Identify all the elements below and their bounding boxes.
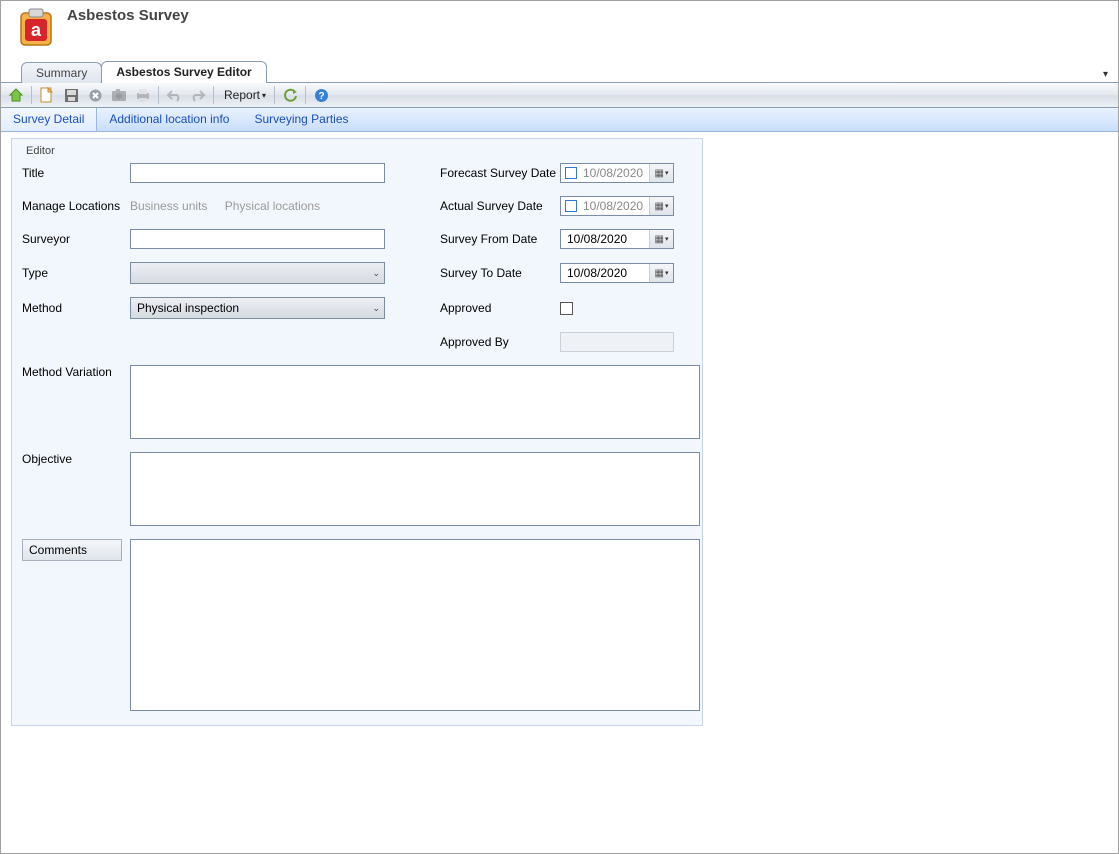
label-forecast-date: Forecast Survey Date — [440, 166, 560, 180]
title-input[interactable] — [130, 163, 385, 183]
forecast-date-text: 10/08/2020 — [581, 166, 649, 180]
app-title: Asbestos Survey — [67, 7, 189, 24]
chevron-down-icon: ▾ — [262, 91, 266, 100]
chevron-down-icon: ⌄ — [372, 268, 380, 279]
from-date-text: 10/08/2020 — [561, 232, 649, 246]
toolbar-separator — [158, 86, 159, 104]
method-value: Physical inspection — [137, 301, 239, 315]
label-approved: Approved — [440, 301, 560, 315]
method-variation-textarea[interactable] — [130, 365, 700, 439]
header: a Asbestos Survey — [1, 1, 1118, 61]
label-objective: Objective — [22, 452, 130, 466]
label-surveyor: Surveyor — [22, 232, 130, 246]
type-select[interactable]: ⌄ — [130, 262, 385, 284]
form-grid: Title Forecast Survey Date 10/08/2020 ▦▾… — [22, 163, 692, 352]
manage-locations-links: Business units Physical locations — [130, 199, 390, 213]
comments-button[interactable]: Comments — [22, 539, 122, 561]
actual-date-enable-checkbox[interactable] — [565, 200, 577, 212]
chevron-down-icon: ⌄ — [372, 303, 380, 314]
toolbar-separator — [274, 86, 275, 104]
surveyor-input[interactable] — [130, 229, 385, 249]
tab-asbestos-survey-editor[interactable]: Asbestos Survey Editor — [101, 61, 266, 83]
camera-icon[interactable] — [108, 84, 130, 106]
label-title: Title — [22, 166, 130, 180]
sub-tab-surveying-parties[interactable]: Surveying Parties — [242, 108, 361, 131]
link-business-units[interactable]: Business units — [130, 199, 207, 213]
label-type: Type — [22, 266, 130, 280]
to-date-text: 10/08/2020 — [561, 266, 649, 280]
report-dropdown[interactable]: Report ▾ — [218, 88, 270, 102]
save-icon[interactable] — [60, 84, 82, 106]
sub-tabs: Survey Detail Additional location info S… — [1, 108, 1118, 132]
new-icon[interactable] — [36, 84, 58, 106]
main-tabs: Summary Asbestos Survey Editor ▾ — [1, 61, 1118, 83]
forecast-date-field[interactable]: 10/08/2020 ▦▾ — [560, 163, 674, 183]
objective-textarea[interactable] — [130, 452, 700, 526]
from-date-field[interactable]: 10/08/2020 ▦▾ — [560, 229, 674, 249]
print-icon[interactable] — [132, 84, 154, 106]
tab-overflow-dropdown[interactable]: ▾ — [1103, 69, 1108, 80]
tab-summary[interactable]: Summary — [21, 62, 102, 83]
method-select[interactable]: Physical inspection ⌄ — [130, 297, 385, 319]
label-from-date: Survey From Date — [440, 232, 560, 246]
report-label: Report — [224, 88, 260, 102]
label-method: Method — [22, 301, 130, 315]
forecast-date-picker-button[interactable]: ▦▾ — [649, 164, 673, 182]
editor-legend: Editor — [26, 145, 692, 157]
label-method-variation: Method Variation — [22, 365, 130, 379]
toolbar-separator — [31, 86, 32, 104]
redo-icon[interactable] — [187, 84, 209, 106]
label-actual-date: Actual Survey Date — [440, 199, 560, 213]
toolbar: Report ▾ ? — [1, 82, 1118, 108]
approved-by-field — [560, 332, 674, 352]
app-icon: a — [15, 7, 57, 49]
approved-checkbox[interactable] — [560, 302, 573, 315]
window: a Asbestos Survey Summary Asbestos Surve… — [0, 0, 1119, 854]
editor-panel: Editor Title Forecast Survey Date 10/08/… — [1, 132, 1118, 736]
forecast-date-enable-checkbox[interactable] — [565, 167, 577, 179]
sub-tab-additional-location[interactable]: Additional location info — [97, 108, 242, 131]
editor-frame: Editor Title Forecast Survey Date 10/08/… — [11, 138, 703, 726]
svg-text:?: ? — [318, 91, 324, 102]
actual-date-picker-button[interactable]: ▦▾ — [649, 197, 673, 215]
undo-icon[interactable] — [163, 84, 185, 106]
home-icon[interactable] — [5, 84, 27, 106]
to-date-picker-button[interactable]: ▦▾ — [649, 264, 673, 282]
comments-textarea[interactable] — [130, 539, 700, 711]
toolbar-separator — [213, 86, 214, 104]
actual-date-field[interactable]: 10/08/2020 ▦▾ — [560, 196, 674, 216]
svg-text:a: a — [31, 20, 42, 40]
label-to-date: Survey To Date — [440, 266, 560, 280]
help-icon[interactable]: ? — [310, 84, 332, 106]
label-manage-locations: Manage Locations — [22, 199, 130, 213]
toolbar-separator — [305, 86, 306, 104]
from-date-picker-button[interactable]: ▦▾ — [649, 230, 673, 248]
actual-date-text: 10/08/2020 — [581, 199, 649, 213]
cancel-icon[interactable] — [84, 84, 106, 106]
label-approved-by: Approved By — [440, 335, 560, 349]
sub-tab-survey-detail[interactable]: Survey Detail — [1, 108, 97, 131]
link-physical-locations[interactable]: Physical locations — [225, 199, 320, 213]
refresh-icon[interactable] — [279, 84, 301, 106]
to-date-field[interactable]: 10/08/2020 ▦▾ — [560, 263, 674, 283]
